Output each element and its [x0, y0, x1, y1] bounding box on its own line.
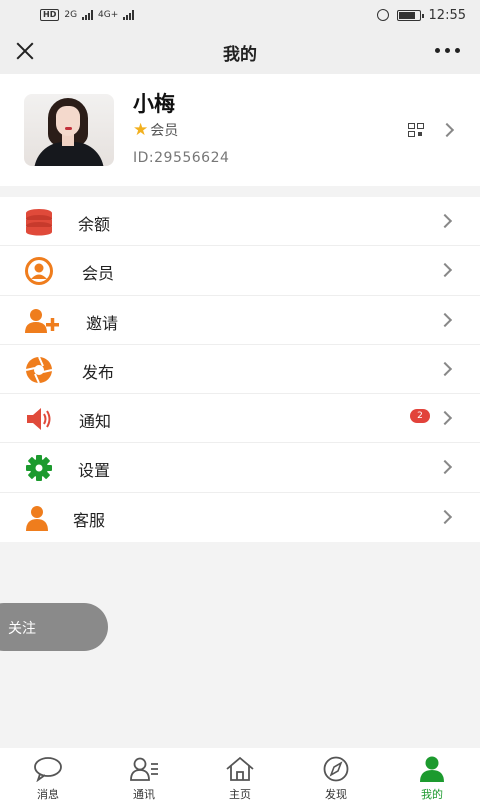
- battery-icon: [396, 9, 424, 21]
- chevron-right-icon: [437, 509, 453, 524]
- alarm-icon: [376, 9, 389, 21]
- chevron-right-icon: [437, 312, 453, 327]
- menu-item-settings[interactable]: 设置: [0, 443, 480, 493]
- speaker-icon: [27, 408, 51, 431]
- contacts-icon: [130, 757, 158, 781]
- gear-icon: [26, 455, 52, 482]
- avatar[interactable]: [24, 94, 114, 166]
- tab-label: 主页: [229, 788, 251, 800]
- menu-item-notify[interactable]: 通知 2: [0, 394, 480, 444]
- follow-button-label: 关注: [8, 621, 36, 637]
- chevron-right-icon: [437, 460, 453, 475]
- aperture-icon: [25, 356, 53, 384]
- menu-item-invite[interactable]: 邀请: [0, 296, 480, 345]
- menu-label-notify: 通知: [79, 412, 112, 432]
- tab-me[interactable]: 我的: [384, 748, 480, 800]
- add-user-icon: [25, 308, 59, 333]
- star-icon: ★: [133, 119, 149, 140]
- user-circle-icon: [25, 257, 53, 286]
- chevron-right-icon: [437, 361, 453, 376]
- database-icon: [26, 209, 52, 236]
- network-type-2: 4G+: [98, 10, 119, 20]
- status-right: 12:55: [376, 7, 466, 23]
- chevron-right-icon: [437, 263, 453, 278]
- profile-icon: [420, 756, 444, 782]
- chat-bubble-icon: [34, 757, 62, 782]
- menu-item-publish[interactable]: 发布: [0, 345, 480, 395]
- member-status: ★ 会员: [133, 120, 178, 140]
- hd-badge: HD: [40, 9, 60, 21]
- menu-label-publish: 发布: [82, 362, 115, 382]
- menu-label-invite: 邀请: [86, 313, 119, 333]
- signal-icon: [82, 10, 94, 20]
- profile-name: 小梅: [133, 92, 175, 116]
- home-icon: [226, 756, 254, 781]
- person-icon: [26, 505, 48, 531]
- chevron-right-icon: [437, 411, 453, 426]
- tab-home[interactable]: 主页: [192, 748, 288, 800]
- menu-label-member: 会员: [82, 264, 115, 284]
- close-icon[interactable]: [14, 40, 36, 62]
- page-title: 我的: [223, 44, 257, 65]
- tab-label: 通讯: [133, 788, 155, 800]
- menu-label-settings: 设置: [78, 461, 111, 481]
- network-indicators: HD 2G 4G+: [40, 9, 135, 21]
- member-label: 会员: [150, 123, 179, 139]
- more-icon[interactable]: [435, 48, 460, 53]
- menu-item-member[interactable]: 会员: [0, 246, 480, 296]
- tab-label: 发现: [325, 788, 347, 800]
- status-bar: HD 2G 4G+ 12:55: [0, 0, 480, 30]
- tab-label: 我的: [421, 788, 443, 800]
- follow-button[interactable]: 关注: [0, 603, 108, 651]
- menu-label-balance: 余额: [78, 215, 111, 234]
- profile-card[interactable]: 小梅 ★ 会员 ID:29556624: [0, 74, 480, 186]
- menu-item-service[interactable]: 客服: [0, 493, 480, 542]
- network-type-1: 2G: [64, 10, 78, 20]
- menu-list: 余额 会员 邀请 发布 通知 2 设置 客服: [0, 197, 480, 543]
- chevron-right-icon[interactable]: [439, 122, 455, 138]
- signal-icon: [123, 10, 135, 20]
- compass-icon: [323, 756, 349, 782]
- tab-contacts[interactable]: 通讯: [96, 748, 192, 800]
- bottom-tab-bar: 消息 通讯 主页 发现 我的: [0, 748, 480, 800]
- tab-messages[interactable]: 消息: [0, 748, 96, 800]
- chevron-right-icon: [437, 213, 453, 229]
- tab-discover[interactable]: 发现: [288, 748, 384, 800]
- menu-label-service: 客服: [73, 510, 106, 530]
- status-time: 12:55: [428, 7, 466, 23]
- nav-bar: 我的: [0, 30, 480, 74]
- tab-label: 消息: [37, 788, 59, 800]
- menu-item-balance[interactable]: 余额: [0, 197, 480, 247]
- profile-id: ID:29556624: [133, 150, 230, 166]
- qr-code-icon[interactable]: [408, 123, 426, 137]
- notification-badge: 2: [410, 409, 430, 424]
